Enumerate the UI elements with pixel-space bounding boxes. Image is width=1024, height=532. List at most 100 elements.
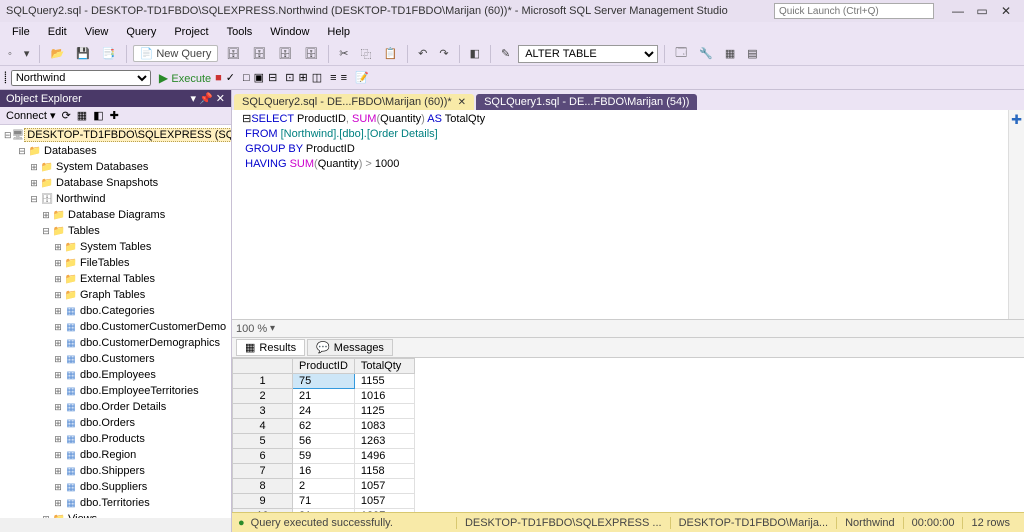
drop-icon[interactable]: ⸽ [4, 70, 7, 85]
nav-fwd-icon[interactable]: ▾ [20, 46, 34, 61]
tree-gt[interactable]: Graph Tables [78, 289, 145, 301]
editor-plus-icon[interactable]: ✚ [1011, 112, 1022, 128]
oe-scrollbar[interactable] [0, 518, 231, 532]
menu-tools[interactable]: Tools [219, 24, 261, 40]
table-row[interactable]: 2211016 [233, 389, 415, 404]
nav-back-icon[interactable]: ◦ [4, 47, 16, 61]
menu-window[interactable]: Window [262, 24, 317, 40]
plus-oe-icon[interactable]: ✚ [110, 109, 119, 122]
tree-t2[interactable]: dbo.CustomerCustomerDemo [78, 321, 226, 333]
tree-snap[interactable]: Database Snapshots [54, 177, 158, 189]
table-row[interactable]: 9711057 [233, 494, 415, 509]
tree-t8[interactable]: dbo.Orders [78, 417, 135, 429]
tree-dd[interactable]: Database Diagrams [66, 209, 165, 221]
plan2-icon[interactable]: ▣ [254, 71, 264, 84]
redo-icon[interactable]: ↷ [435, 46, 452, 61]
connect-button[interactable]: Connect ▾ [6, 109, 56, 122]
close-tab-icon[interactable]: ✕ [458, 97, 466, 108]
tree-t5[interactable]: dbo.Employees [78, 369, 156, 381]
wrench-icon[interactable]: 🔧 [695, 46, 717, 61]
menu-file[interactable]: File [4, 24, 38, 40]
comment-icon[interactable]: 📝 [355, 71, 369, 84]
save-all-icon[interactable]: 📑 [98, 46, 120, 61]
tree-northwind[interactable]: Northwind [54, 193, 106, 205]
indent-icon[interactable]: ≡ [330, 72, 336, 84]
maximize-icon[interactable]: ▭ [970, 4, 994, 18]
tree-t6[interactable]: dbo.EmployeeTerritories [78, 385, 199, 397]
misc3-icon[interactable]: ◫ [312, 71, 322, 84]
props-icon[interactable]: 🗔 [671, 43, 691, 64]
execute-button[interactable]: ▶ Execute [159, 71, 211, 85]
object-explorer-tree[interactable]: ⊟🖥DESKTOP-TD1FBDO\SQLEXPRESS (SQL Server… [0, 125, 231, 518]
results-tab[interactable]: ▦Results [236, 339, 305, 356]
tree-st[interactable]: System Tables [78, 241, 151, 253]
menu-view[interactable]: View [77, 24, 117, 40]
parse-icon[interactable]: ✓ [226, 71, 235, 84]
table-row[interactable]: 3241125 [233, 404, 415, 419]
menu-query[interactable]: Query [118, 24, 164, 40]
tab-query2[interactable]: SQLQuery2.sql - DE...FBDO\Marijan (60))*… [234, 94, 474, 110]
tree-t13[interactable]: dbo.Territories [78, 497, 150, 509]
tree-databases[interactable]: Databases [42, 145, 97, 157]
close-icon[interactable]: ✕ [994, 4, 1018, 18]
sql-editor[interactable]: ⊟SELECT ProductID, SUM(Quantity) AS Tota… [232, 110, 1024, 320]
table-row[interactable]: 5561263 [233, 434, 415, 449]
tree-t3[interactable]: dbo.CustomerDemographics [78, 337, 220, 349]
cut-icon[interactable]: ✂ [335, 46, 352, 61]
plan-icon[interactable]: □ [243, 72, 250, 84]
table-row[interactable]: 7161158 [233, 464, 415, 479]
tree-t7[interactable]: dbo.Order Details [78, 401, 166, 413]
open-folder-icon[interactable]: 📂 [46, 46, 68, 61]
table-row[interactable]: 6591496 [233, 449, 415, 464]
menu-project[interactable]: Project [166, 24, 216, 40]
database-combo[interactable]: Northwind [11, 70, 151, 86]
menu-help[interactable]: Help [319, 24, 358, 40]
db-icon[interactable]: 🗄 [222, 46, 244, 61]
zoom-level[interactable]: 100 % [236, 323, 267, 335]
stop-small-icon[interactable]: ◧ [466, 46, 484, 61]
tree-server[interactable]: DESKTOP-TD1FBDO\SQLEXPRESS (SQL Server 1… [24, 128, 231, 142]
tree-t12[interactable]: dbo.Suppliers [78, 481, 147, 493]
tree-t9[interactable]: dbo.Products [78, 433, 145, 445]
tree-t1[interactable]: dbo.Categories [78, 305, 155, 317]
col-productid[interactable]: ProductID [293, 359, 355, 374]
tree-t11[interactable]: dbo.Shippers [78, 465, 145, 477]
menu-edit[interactable]: Edit [40, 24, 75, 40]
messages-tab[interactable]: 💬Messages [307, 339, 393, 356]
tree-et[interactable]: External Tables [78, 273, 155, 285]
quick-launch-input[interactable] [774, 3, 934, 19]
action-combo[interactable]: ALTER TABLE [518, 45, 658, 63]
grid-icon[interactable]: ▦ [721, 46, 739, 61]
tree-ft[interactable]: FileTables [78, 257, 130, 269]
table-row[interactable]: 1751155 [233, 374, 415, 389]
paste-icon[interactable]: 📋 [379, 46, 401, 61]
tree-t4[interactable]: dbo.Customers [78, 353, 155, 365]
filter-icon[interactable]: ▦ [77, 109, 87, 122]
editor-scrollbar[interactable] [1008, 110, 1024, 319]
new-query-button[interactable]: 📄 New Query [133, 45, 219, 62]
table-row[interactable]: 4621083 [233, 419, 415, 434]
stop-oe-icon[interactable]: ◧ [93, 109, 103, 122]
tree-tables[interactable]: Tables [66, 225, 100, 237]
db2-icon[interactable]: 🗄 [248, 46, 270, 61]
results-grid[interactable]: ProductIDTotalQty 1751155221101632411254… [232, 358, 1024, 512]
tree-sysdb[interactable]: System Databases [54, 161, 148, 173]
undo-icon[interactable]: ↶ [414, 46, 431, 61]
pin-icon[interactable]: ▾ 📌 ✕ [190, 92, 225, 105]
outdent-icon[interactable]: ≡ [341, 72, 347, 84]
minimize-icon[interactable]: ― [946, 4, 970, 18]
db3-icon[interactable]: 🗄 [274, 46, 296, 61]
text-icon[interactable]: ▤ [743, 46, 761, 61]
wand-icon[interactable]: ✎ [497, 46, 514, 61]
misc1-icon[interactable]: ⊡ [285, 71, 294, 84]
misc2-icon[interactable]: ⊞ [299, 71, 308, 84]
tab-query1[interactable]: SQLQuery1.sql - DE...FBDO\Marijan (54)) [476, 94, 697, 110]
table-row[interactable]: 821057 [233, 479, 415, 494]
refresh-icon[interactable]: ⟳ [62, 109, 71, 122]
stop-icon[interactable]: ■ [215, 72, 222, 84]
col-totalqty[interactable]: TotalQty [354, 359, 414, 374]
copy-icon[interactable]: ⿻ [356, 45, 375, 63]
save-icon[interactable]: 💾 [72, 46, 94, 61]
plan3-icon[interactable]: ⊟ [268, 71, 277, 84]
db4-icon[interactable]: 🗄 [300, 46, 322, 61]
